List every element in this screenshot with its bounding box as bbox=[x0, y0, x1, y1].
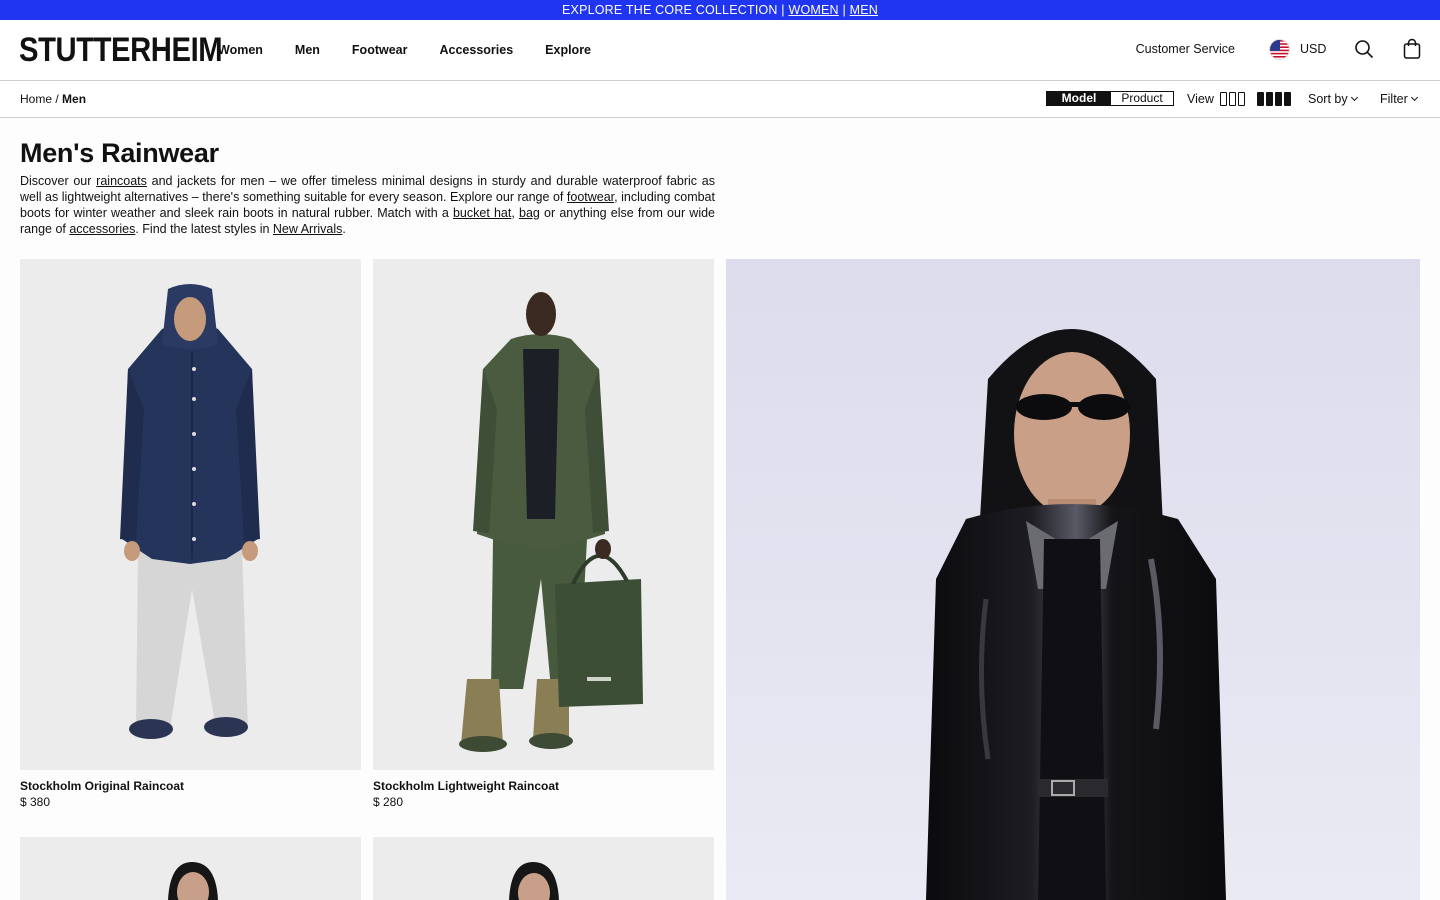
promo-link-men[interactable]: MEN bbox=[850, 3, 878, 17]
product-price: $ 280 bbox=[373, 795, 404, 809]
link-bag[interactable]: bag bbox=[519, 206, 540, 220]
featured-editorial-image[interactable] bbox=[726, 259, 1420, 900]
promo-text: EXPLORE THE CORE COLLECTION | bbox=[562, 3, 785, 17]
filter-button[interactable]: Filter bbox=[1380, 92, 1418, 106]
link-footwear[interactable]: footwear bbox=[567, 190, 614, 204]
search-icon[interactable] bbox=[1354, 39, 1374, 59]
view-label: View bbox=[1187, 92, 1214, 106]
link-raincoats[interactable]: raincoats bbox=[96, 174, 147, 188]
breadcrumb-current: Men bbox=[62, 92, 87, 106]
promo-link-women[interactable]: WOMEN bbox=[788, 3, 838, 17]
nav-women[interactable]: Women bbox=[218, 43, 263, 57]
grid-3-columns-icon[interactable] bbox=[1220, 92, 1245, 106]
product-name[interactable]: Stockholm Original Raincoat bbox=[20, 779, 184, 793]
link-accessories[interactable]: accessories bbox=[69, 222, 135, 236]
breadcrumb-home[interactable]: Home bbox=[20, 92, 52, 106]
toggle-product[interactable]: Product bbox=[1111, 92, 1173, 105]
customer-service-link[interactable]: Customer Service bbox=[1136, 42, 1235, 56]
promo-bar: EXPLORE THE CORE COLLECTION | WOMEN | ME… bbox=[0, 0, 1440, 20]
nav-men[interactable]: Men bbox=[295, 43, 320, 57]
promo-separator: | bbox=[842, 3, 846, 17]
nav-footwear[interactable]: Footwear bbox=[352, 43, 408, 57]
sort-by-label: Sort by bbox=[1308, 92, 1348, 106]
product-image[interactable] bbox=[20, 837, 361, 900]
product-name[interactable]: Stockholm Lightweight Raincoat bbox=[373, 779, 559, 793]
chevron-down-icon bbox=[1350, 93, 1358, 102]
product-image[interactable] bbox=[373, 259, 714, 770]
currency-selector[interactable]: USD bbox=[1300, 42, 1326, 56]
chevron-down-icon bbox=[1410, 93, 1418, 102]
description-text: , bbox=[511, 206, 520, 220]
nav-explore[interactable]: Explore bbox=[545, 43, 591, 57]
nav-accessories[interactable]: Accessories bbox=[439, 43, 513, 57]
filter-label: Filter bbox=[1380, 92, 1408, 106]
us-flag-icon[interactable] bbox=[1269, 39, 1290, 60]
breadcrumb-separator: / bbox=[55, 92, 59, 106]
site-header: STUTTERHEIM Women Men Footwear Accessori… bbox=[0, 20, 1440, 81]
breadcrumb: Home / Men bbox=[20, 92, 86, 106]
product-image[interactable] bbox=[373, 837, 714, 900]
description-text: . bbox=[342, 222, 346, 236]
main-nav: Women Men Footwear Accessories Explore bbox=[218, 20, 623, 80]
category-description: Discover our raincoats and jackets for m… bbox=[20, 173, 715, 237]
link-new-arrivals[interactable]: New Arrivals bbox=[273, 222, 342, 236]
image-mode-toggle: Model Product bbox=[1046, 91, 1174, 106]
description-text: . Find the latest styles in bbox=[135, 222, 273, 236]
link-bucket-hat[interactable]: bucket hat bbox=[453, 206, 511, 220]
toggle-model[interactable]: Model bbox=[1047, 92, 1111, 105]
listing-toolbar: Home / Men Model Product View Sort by Fi… bbox=[0, 81, 1440, 118]
product-price: $ 380 bbox=[20, 795, 51, 809]
page-title: Men's Rainwear bbox=[20, 138, 219, 168]
product-image[interactable] bbox=[20, 259, 361, 770]
description-text: Discover our bbox=[20, 174, 97, 188]
brand-logo[interactable]: STUTTERHEIM bbox=[19, 32, 223, 68]
grid-4-columns-icon[interactable] bbox=[1257, 92, 1291, 106]
sort-by-button[interactable]: Sort by bbox=[1308, 92, 1358, 106]
shopping-bag-icon[interactable] bbox=[1402, 38, 1422, 60]
